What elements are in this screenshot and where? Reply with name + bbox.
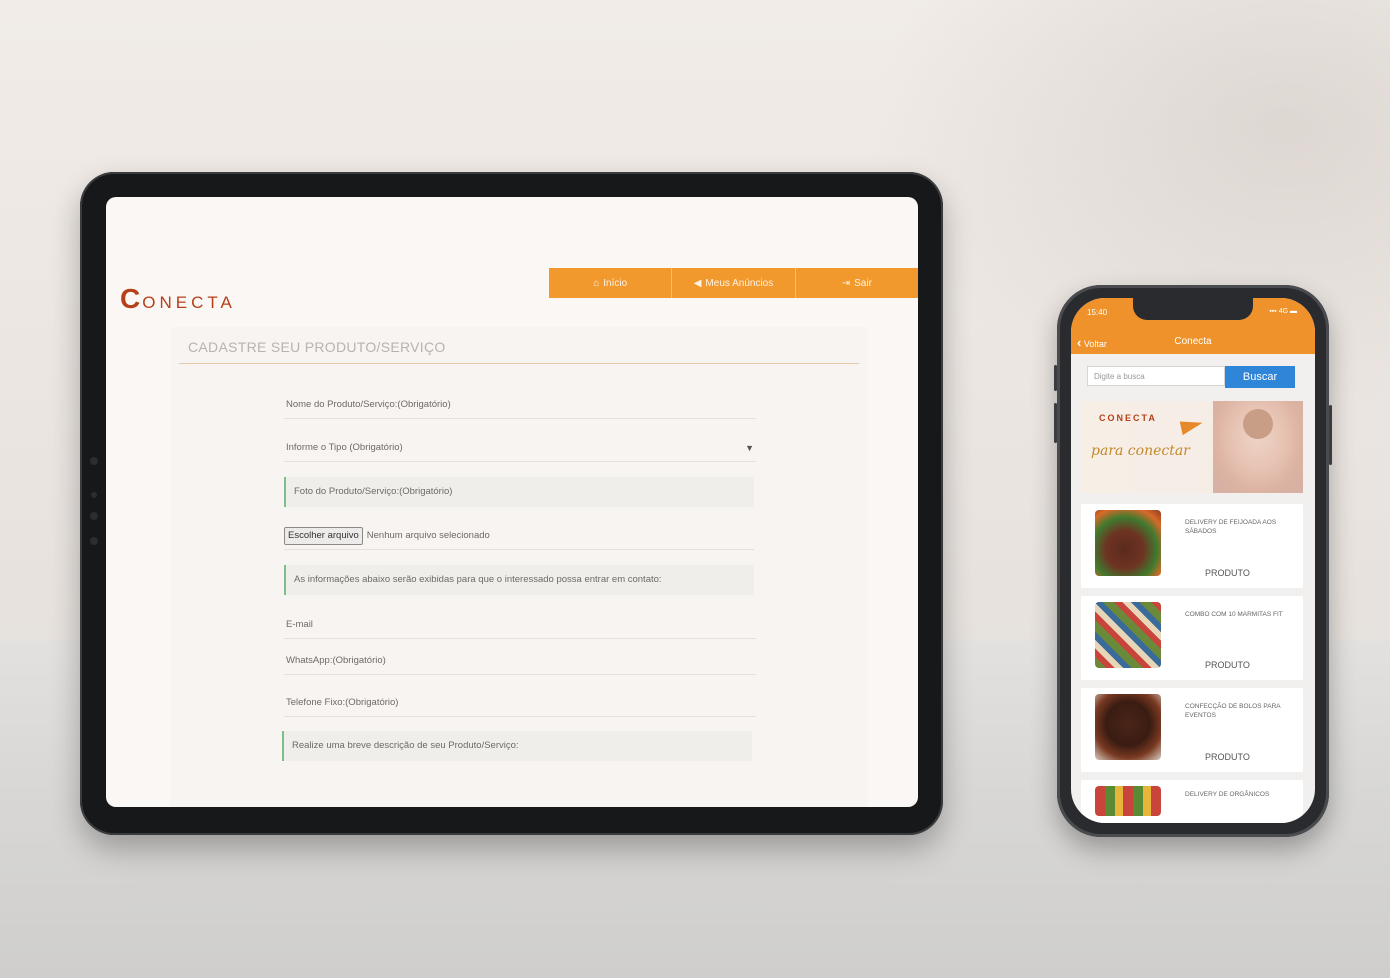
app-title: Conecta xyxy=(1174,336,1212,347)
paper-plane-icon xyxy=(1179,416,1205,436)
list-item[interactable]: CONFECÇÃO DE BOLOS PARA EVENTOS PRODUTO xyxy=(1081,688,1303,772)
nav-my-ads[interactable]: ◀ Meus Anúncios xyxy=(672,268,796,298)
card-title: DELIVERY DE FEIJOADA AOS SÁBADOS xyxy=(1185,519,1277,535)
form-title-divider xyxy=(179,363,859,364)
card-title: COMBO COM 10 MARMITAS FIT xyxy=(1185,611,1283,618)
card-tag: PRODUTO xyxy=(1205,660,1250,670)
card-title: DELIVERY DE ORGÂNICOS xyxy=(1185,791,1270,798)
phone-notch xyxy=(1133,298,1253,320)
banner-photo-detail xyxy=(1243,409,1273,439)
tablet-sensor xyxy=(90,512,98,520)
phone-side-button xyxy=(1054,365,1057,391)
search-button[interactable]: Buscar xyxy=(1225,366,1295,388)
promo-banner[interactable]: CONECTA para conectar xyxy=(1081,401,1303,493)
card-tag: PRODUTO xyxy=(1205,752,1250,762)
exit-icon: ⇥ xyxy=(841,277,851,289)
card-tag: PRODUTO xyxy=(1205,568,1250,578)
description-field[interactable]: Realize uma breve descrição de seu Produ… xyxy=(282,731,752,761)
type-select[interactable]: Informe o Tipo (Obrigatório) ▼ xyxy=(284,435,756,462)
file-status: Nenhum arquivo selecionado xyxy=(366,530,490,541)
banner-tagline: para conectar xyxy=(1091,443,1190,459)
phone-device: 15:40 ▪▪▪ 4G ▬ ‹ Voltar Conecta Digite a… xyxy=(1054,285,1332,837)
email-field[interactable]: E-mail xyxy=(284,612,756,639)
form-title: CADASTRE SEU PRODUTO/SERVIÇO xyxy=(188,339,446,355)
chevron-down-icon: ▼ xyxy=(745,443,754,453)
marmitas-photo xyxy=(1095,602,1161,668)
phone-side-button xyxy=(1329,405,1332,465)
whatsapp-field[interactable]: WhatsApp:(Obrigatório) xyxy=(284,648,756,675)
list-item[interactable]: DELIVERY DE FEIJOADA AOS SÁBADOS PRODUTO xyxy=(1081,504,1303,588)
logo-text: ONECTA xyxy=(142,293,236,312)
tablet-screen: CONECTA ⌂ Início ◀ Meus Anúncios ⇥ Sair … xyxy=(106,197,918,807)
nav-logout-label: Sair xyxy=(854,277,872,289)
list-item[interactable]: DELIVERY DE ORGÂNICOS xyxy=(1081,780,1303,823)
phone-screen: 15:40 ▪▪▪ 4G ▬ ‹ Voltar Conecta Digite a… xyxy=(1071,298,1315,823)
top-nav: ⌂ Início ◀ Meus Anúncios ⇥ Sair xyxy=(549,268,918,298)
product-form-panel: CADASTRE SEU PRODUTO/SERVIÇO Nome do Pro… xyxy=(171,327,868,807)
phone-side-button xyxy=(1054,403,1057,443)
nav-home-label: Início xyxy=(603,277,628,289)
cake-photo xyxy=(1095,694,1161,760)
tablet-device: CONECTA ⌂ Início ◀ Meus Anúncios ⇥ Sair … xyxy=(80,172,943,835)
signal-battery-icon: ▪▪▪ 4G ▬ xyxy=(1269,308,1297,315)
contact-note: As informações abaixo serão exibidas par… xyxy=(284,565,754,595)
nav-logout[interactable]: ⇥ Sair xyxy=(796,268,918,298)
tablet-sensor xyxy=(90,537,98,545)
choose-file-button[interactable]: Escolher arquivo xyxy=(284,527,363,545)
status-time: 15:40 xyxy=(1087,308,1108,317)
nav-my-ads-label: Meus Anúncios xyxy=(705,277,774,289)
feijoada-photo xyxy=(1095,510,1161,576)
search-input[interactable]: Digite a busca xyxy=(1087,366,1225,386)
tablet-camera xyxy=(90,457,98,465)
organics-photo xyxy=(1095,786,1161,816)
card-title: CONFECÇÃO DE BOLOS PARA EVENTOS xyxy=(1185,703,1281,719)
home-icon: ⌂ xyxy=(593,277,600,289)
logo-initial: C xyxy=(120,283,143,314)
nav-home[interactable]: ⌂ Início xyxy=(549,268,673,298)
banner-logo: CONECTA xyxy=(1099,413,1157,423)
phone-field[interactable]: Telefone Fixo:(Obrigatório) xyxy=(284,690,756,717)
file-upload-row: Escolher arquivo Nenhum arquivo seleciona… xyxy=(284,523,754,550)
list-item[interactable]: COMBO COM 10 MARMITAS FIT PRODUTO xyxy=(1081,596,1303,680)
conecta-logo[interactable]: CONECTA xyxy=(120,283,236,315)
photo-label: Foto do Produto/Serviço:(Obrigatório) xyxy=(284,477,754,507)
search-bar: Digite a busca Buscar xyxy=(1087,366,1295,388)
type-select-value: Informe o Tipo (Obrigatório) xyxy=(286,442,403,453)
tablet-sensor xyxy=(91,492,97,498)
product-name-field[interactable]: Nome do Produto/Serviço:(Obrigatório) xyxy=(284,392,756,419)
megaphone-icon: ◀ xyxy=(693,277,702,289)
